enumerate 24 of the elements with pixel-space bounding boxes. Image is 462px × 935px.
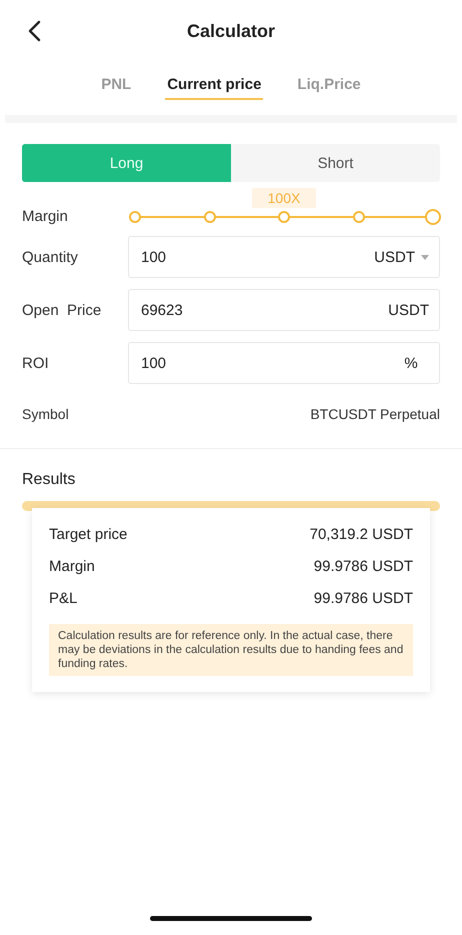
input-field[interactable]: 100 % [128,342,440,384]
input-field[interactable]: 100 USDT [128,236,440,278]
result-label: P&L [49,590,78,606]
input-field[interactable]: 69623 USDT [128,289,440,331]
result-label: Target price [49,526,128,542]
page-title: Calculator [186,20,276,42]
results-title: Results [22,471,76,489]
result-value: 99.9786 USDT [314,590,413,606]
tab[interactable]: Current price [165,62,264,100]
leverage-slider[interactable] [128,208,440,224]
field-label: Quantity [22,248,79,266]
field-label: Open Price [22,302,102,318]
short-button[interactable]: Short [231,144,440,182]
symbol-value: BTCUSDT Perpetual [310,406,440,424]
field-label: ROI [22,354,50,372]
result-value: 99.9786 USDT [314,558,413,574]
leverage-tooltip: 100X [252,188,316,208]
caret-icon[interactable] [421,254,429,260]
symbol-label: Symbol [22,406,69,424]
result-label: Margin [49,558,95,574]
result-value: 70,319.2 USDT [310,526,413,542]
field-label: Margin [22,208,69,225]
back-icon[interactable] [27,20,41,42]
disclaimer-note: Calculation results are for reference only. In the actual case, there may be deviations in the calculation results due to handing fees and funding rates. [49,624,413,676]
